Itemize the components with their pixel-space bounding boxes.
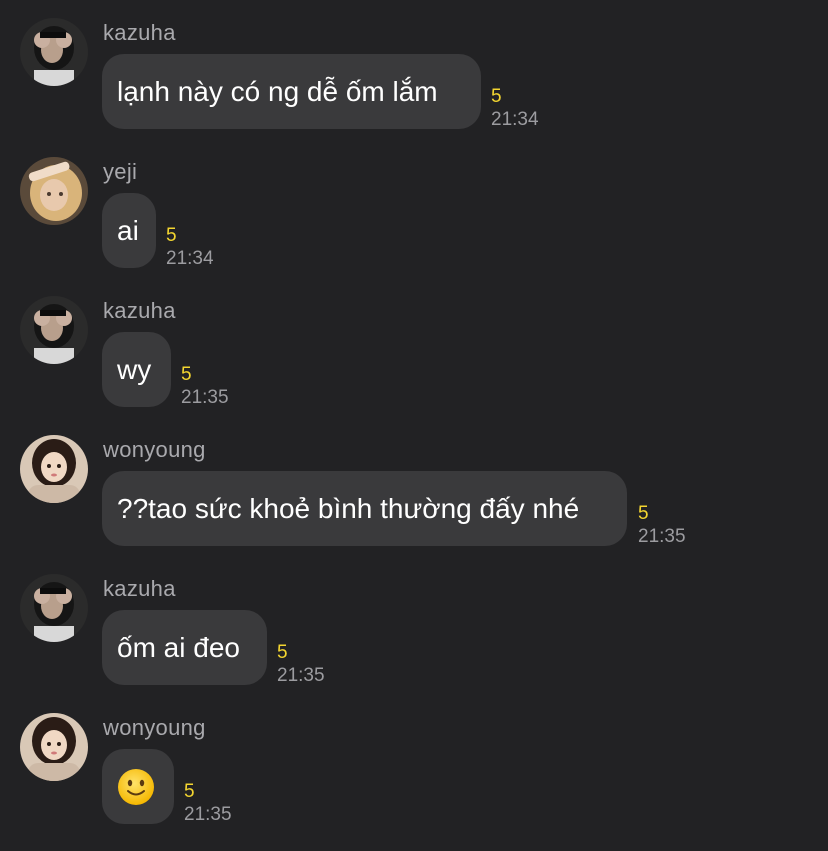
wonyoung-avatar-icon[interactable]: [20, 713, 88, 781]
sender-name: kazuha: [103, 298, 176, 323]
message-meta: 5 21:35: [181, 364, 229, 410]
message-timestamp: 21:34: [491, 109, 539, 130]
message-timestamp: 21:35: [638, 526, 686, 547]
yeji-avatar-icon[interactable]: [20, 157, 88, 225]
message-text: ??tao sức khoẻ bình thường đấy nhé: [117, 492, 580, 524]
message-meta: 5 21:35: [184, 781, 232, 827]
message-timestamp: 21:35: [184, 804, 232, 825]
message-bubble[interactable]: wy: [102, 332, 171, 407]
message-meta: 5 21:35: [638, 503, 686, 549]
chat-view: kazuha lạnh này có ng dễ ốm lắm 5 21:34 …: [0, 0, 828, 851]
read-count-badge: 5: [638, 503, 649, 524]
message-bubble[interactable]: ốm ai đeo: [102, 610, 267, 685]
kazuha-avatar-icon[interactable]: [20, 574, 88, 642]
read-count-badge: 5: [277, 642, 288, 663]
message-text: ai: [117, 214, 139, 246]
message-group: kazuha wy 5 21:35: [0, 278, 828, 408]
message-group: kazuha ốm ai đeo 5 21:35: [0, 556, 828, 686]
read-count-badge: 5: [184, 781, 195, 802]
message-timestamp: 21:35: [277, 665, 325, 686]
sender-name: yeji: [103, 159, 138, 184]
message-group: wonyoung 5 21:35: [0, 695, 828, 825]
message-meta: 5 21:34: [166, 225, 214, 271]
message-timestamp: 21:34: [166, 248, 214, 269]
sender-name: kazuha: [103, 20, 176, 45]
sender-name: wonyoung: [103, 715, 206, 740]
message-text: ốm ai đeo: [117, 631, 240, 663]
sender-name: kazuha: [103, 576, 176, 601]
sender-name: wonyoung: [103, 437, 206, 462]
message-bubble[interactable]: ai: [102, 193, 156, 268]
wonyoung-avatar-icon[interactable]: [20, 435, 88, 503]
read-count-badge: 5: [491, 86, 502, 107]
read-count-badge: 5: [166, 225, 177, 246]
kazuha-avatar-icon[interactable]: [20, 18, 88, 86]
message-timestamp: 21:35: [181, 387, 229, 408]
kazuha-avatar-icon[interactable]: [20, 296, 88, 364]
message-group: yeji ai 5 21:34: [0, 139, 828, 269]
message-bubble[interactable]: [102, 749, 174, 824]
message-group: kazuha lạnh này có ng dễ ốm lắm 5 21:34: [0, 0, 828, 130]
message-text: lạnh này có ng dễ ốm lắm: [117, 75, 438, 107]
message-bubble[interactable]: ??tao sức khoẻ bình thường đấy nhé: [102, 471, 627, 546]
slightly-smiling-face-emoji: [118, 768, 154, 805]
message-meta: 5 21:34: [491, 86, 539, 132]
message-text: wy: [117, 353, 152, 385]
read-count-badge: 5: [181, 364, 192, 385]
message-bubble[interactable]: lạnh này có ng dễ ốm lắm: [102, 54, 481, 129]
message-group: wonyoung ??tao sức khoẻ bình thường đấy …: [0, 417, 828, 547]
message-meta: 5 21:35: [277, 642, 325, 688]
